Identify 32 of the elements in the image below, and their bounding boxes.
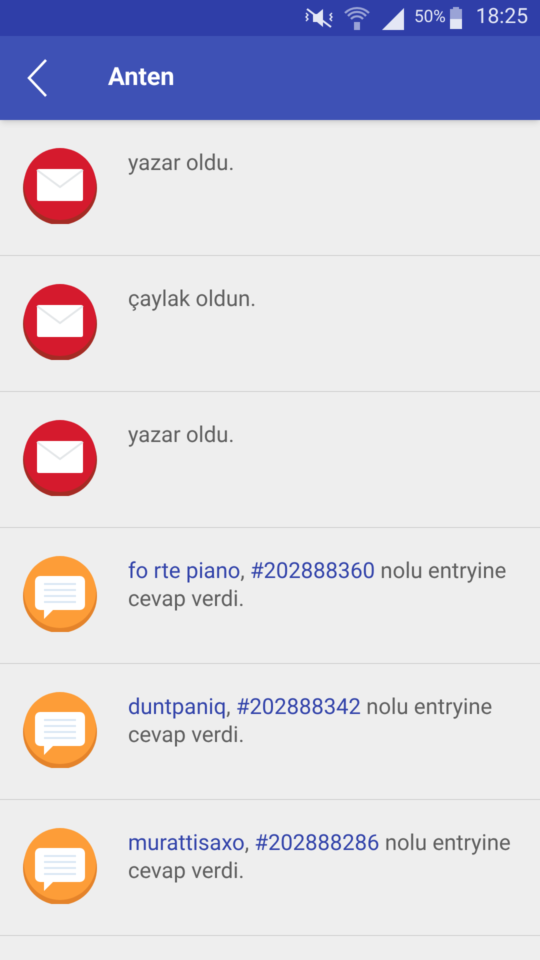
battery-percent: 50% (414, 6, 446, 30)
notification-text: yazar oldu. (128, 422, 234, 450)
notification-text: yazar oldu. (128, 150, 234, 178)
notification-row[interactable]: çaylak oldun. (0, 256, 540, 392)
clock: 18:25 (476, 4, 528, 32)
username-link[interactable]: duntpaniq (128, 695, 226, 720)
notification-row[interactable]: yazar oldu. (0, 120, 540, 256)
username-link[interactable]: fo rte piano (128, 559, 240, 584)
notification-row[interactable]: duntpaniq, #202888342 nolu entryine cevap verdi. (0, 664, 540, 800)
entry-link[interactable]: #202888342 (236, 695, 361, 720)
wifi-icon (344, 5, 370, 31)
entry-link[interactable]: #202888360 (250, 559, 375, 584)
signal-icon (380, 6, 404, 30)
notification-text: murattisaxo, #202888286 nolu entryine cevap verdi. (128, 830, 512, 886)
notification-text: fo rte piano, #202888360 nolu entryine cevap verdi. (128, 558, 508, 614)
chat-bubble-icon (22, 692, 98, 768)
envelope-icon (22, 284, 98, 360)
entry-link[interactable]: #202888286 (254, 831, 380, 856)
username-link[interactable]: murattisaxo (128, 831, 245, 856)
notification-row[interactable]: murattisaxo, #202888286 nolu entryine cevap verdi. (0, 800, 540, 936)
mute-icon (304, 7, 334, 29)
battery-icon (450, 7, 462, 29)
envelope-icon (22, 420, 98, 496)
notification-text: çaylak oldun. (128, 286, 256, 314)
screen-title: Anten (108, 62, 174, 94)
chat-bubble-icon (22, 556, 98, 632)
chevron-left-icon (26, 58, 50, 98)
notification-row[interactable]: fo rte piano, #202888360 nolu entryine cevap verdi. (0, 528, 540, 664)
envelope-icon (22, 148, 98, 224)
chat-bubble-icon (22, 828, 98, 904)
notification-text: duntpaniq, #202888342 nolu entryine cevap verdi. (128, 694, 494, 750)
notification-row[interactable]: yazar oldu. (0, 392, 540, 528)
